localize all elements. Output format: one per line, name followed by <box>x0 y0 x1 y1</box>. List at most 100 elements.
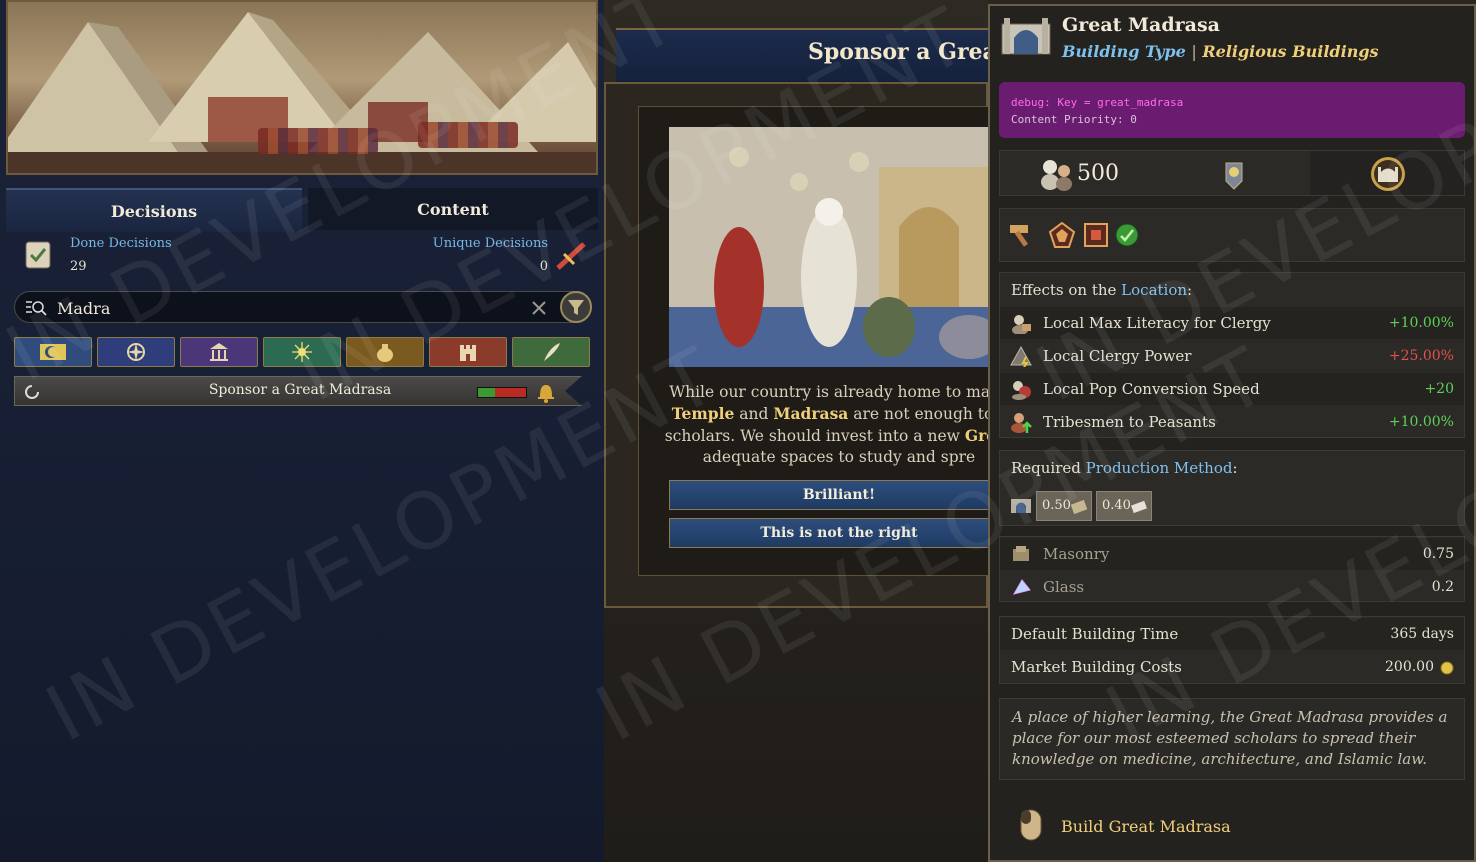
input-value: 0.75 <box>1422 546 1454 562</box>
effect-value: +25.00% <box>1388 348 1454 364</box>
event-illustration <box>669 127 999 367</box>
decision-list-item[interactable]: Sponsor a Great Madrasa <box>14 376 582 406</box>
search-input[interactable] <box>55 296 519 320</box>
production-method-heading: Required Production Method: <box>1011 459 1238 477</box>
pop-conversion-icon <box>1012 381 1031 400</box>
building-type-link[interactable]: Building Type <box>1062 42 1186 61</box>
effect-value: +10.00% <box>1388 315 1454 331</box>
effect-row: Local Max Literacy for Clergy +10.00% <box>1000 307 1464 339</box>
pentagon-icon <box>1048 221 1076 248</box>
decision-progress-bar <box>477 387 527 398</box>
market-cost-row: Market Building Costs 200.00 <box>1000 651 1464 683</box>
event-line-1: While our country is already home to man… <box>669 383 1009 401</box>
input-label: Glass <box>1043 578 1085 596</box>
sword-icon <box>556 242 586 270</box>
done-decisions-label: Done Decisions <box>70 236 172 251</box>
decisions-panel: Decisions Content Done Decisions 29 Uniq… <box>0 0 607 862</box>
pm-value: 0.50 <box>1042 498 1071 513</box>
unique-decisions-value: 0 <box>539 259 548 274</box>
temple-icon <box>210 343 228 361</box>
effect-label: Local Max Literacy for Clergy <box>1043 314 1271 332</box>
input-value: 0.2 <box>1431 579 1454 595</box>
pop-requirement-row: 500 <box>999 150 1465 196</box>
filter-society[interactable] <box>263 337 341 367</box>
pm-input-glass[interactable]: 0.40 <box>1096 491 1152 521</box>
filter-economy[interactable] <box>346 337 424 367</box>
effect-label: Local Pop Conversion Speed <box>1043 380 1260 398</box>
debug-box: debug: Key = great_madrasa Content Prior… <box>999 82 1465 138</box>
event-title: Sponsor a Great <box>808 39 1007 65</box>
filter-military[interactable] <box>429 337 507 367</box>
effect-row: Tribesmen to Peasants +10.00% <box>1000 406 1464 438</box>
event-title-bar: Sponsor a Great <box>616 28 1007 84</box>
build-time-label: Default Building Time <box>1011 625 1179 643</box>
input-row: Glass 0.2 <box>1000 571 1464 603</box>
clergy-pop-icon <box>1041 160 1072 191</box>
pm-input-masonry[interactable]: 0.50 <box>1036 491 1092 521</box>
filter-button[interactable] <box>560 291 592 323</box>
gold-coin-icon <box>1440 661 1454 675</box>
madrasa-icon <box>1001 18 1051 55</box>
glass-good-icon <box>1012 579 1031 595</box>
scroll-icon <box>25 241 51 269</box>
build-time-row: Default Building Time 365 days <box>1000 618 1464 650</box>
glass-icon <box>1131 500 1147 514</box>
tooltip-header: Great Madrasa Building Type | Religious … <box>990 6 1474 78</box>
tribesmen-to-peasants-icon <box>1011 413 1032 433</box>
literacy-clergy-icon <box>1012 315 1031 334</box>
search-icon <box>26 301 47 316</box>
production-method-link: Production Method <box>1085 459 1233 477</box>
funnel-icon <box>568 300 584 315</box>
building-category: Religious Buildings <box>1202 42 1379 61</box>
decline-button[interactable]: This is not the right <box>669 518 1009 548</box>
pm-value: 0.40 <box>1102 498 1131 513</box>
event-line-2: Temple and Madrasa are not enough to s <box>671 404 1007 423</box>
location-link: Location <box>1121 281 1188 299</box>
effects-box: Effects on the Location: Local Max Liter… <box>999 272 1465 438</box>
event-line-4: adequate spaces to study and spre <box>702 448 976 466</box>
filter-diplomacy[interactable] <box>97 337 175 367</box>
clear-search-icon[interactable] <box>531 300 547 316</box>
build-action[interactable]: Build Great Madrasa <box>999 798 1465 854</box>
event-description: While our country is already home to man… <box>659 382 1019 468</box>
tab-content[interactable]: Content <box>308 188 598 230</box>
production-method-box: Required Production Method: 0.50 0.40 <box>999 450 1465 526</box>
pop-value: 500 <box>1077 161 1119 186</box>
filter-culture[interactable] <box>512 337 590 367</box>
effect-row: Local Pop Conversion Speed +20 <box>1000 373 1464 405</box>
building-tags-row <box>999 208 1465 262</box>
market-cost-value: 200.00 <box>1385 659 1434 675</box>
build-action-label: Build Great Madrasa <box>1061 817 1231 836</box>
debug-key: debug: Key = great_madrasa <box>1011 96 1184 109</box>
clergy-power-icon <box>1010 345 1032 367</box>
crescent-icon <box>40 344 66 360</box>
filter-government[interactable] <box>180 337 258 367</box>
accept-button[interactable]: Brilliant! <box>669 480 1009 510</box>
building-cost-box: Default Building Time 365 days Market Bu… <box>999 616 1465 684</box>
madrasa-small-icon <box>1011 499 1031 513</box>
religion-slot <box>1310 151 1464 195</box>
market-cost-label: Market Building Costs <box>1011 658 1182 676</box>
effect-label: Local Clergy Power <box>1043 347 1192 365</box>
effect-value: +10.00% <box>1388 414 1454 430</box>
done-decisions-value: 29 <box>70 259 87 274</box>
banner-icon <box>1225 162 1243 190</box>
tab-decisions[interactable]: Decisions <box>6 188 302 232</box>
madrasa-painting <box>669 127 999 367</box>
mosque-icon <box>1371 157 1405 191</box>
building-tooltip: Great Madrasa Building Type | Religious … <box>988 4 1476 862</box>
building-description: A place of higher learning, the Great Ma… <box>999 698 1465 780</box>
search-box <box>14 291 592 323</box>
effect-row: Local Clergy Power +25.00% <box>1000 340 1464 372</box>
bell-icon[interactable] <box>535 381 557 403</box>
event-window: Sponsor a Great While our country is alr… <box>604 0 1013 862</box>
masonry-good-icon <box>1013 546 1029 561</box>
filter-crescent[interactable] <box>14 337 92 367</box>
input-row: Masonry 0.75 <box>1000 538 1464 570</box>
category-filters <box>14 337 596 369</box>
goods-input-box: Masonry 0.75 Glass 0.2 <box>999 536 1465 602</box>
effect-value: +20 <box>1424 381 1454 397</box>
scene-illustration <box>6 0 598 175</box>
tooltip-subtitle: Building Type | Religious Buildings <box>1062 42 1379 61</box>
tooltip-title: Great Madrasa <box>1062 14 1220 36</box>
